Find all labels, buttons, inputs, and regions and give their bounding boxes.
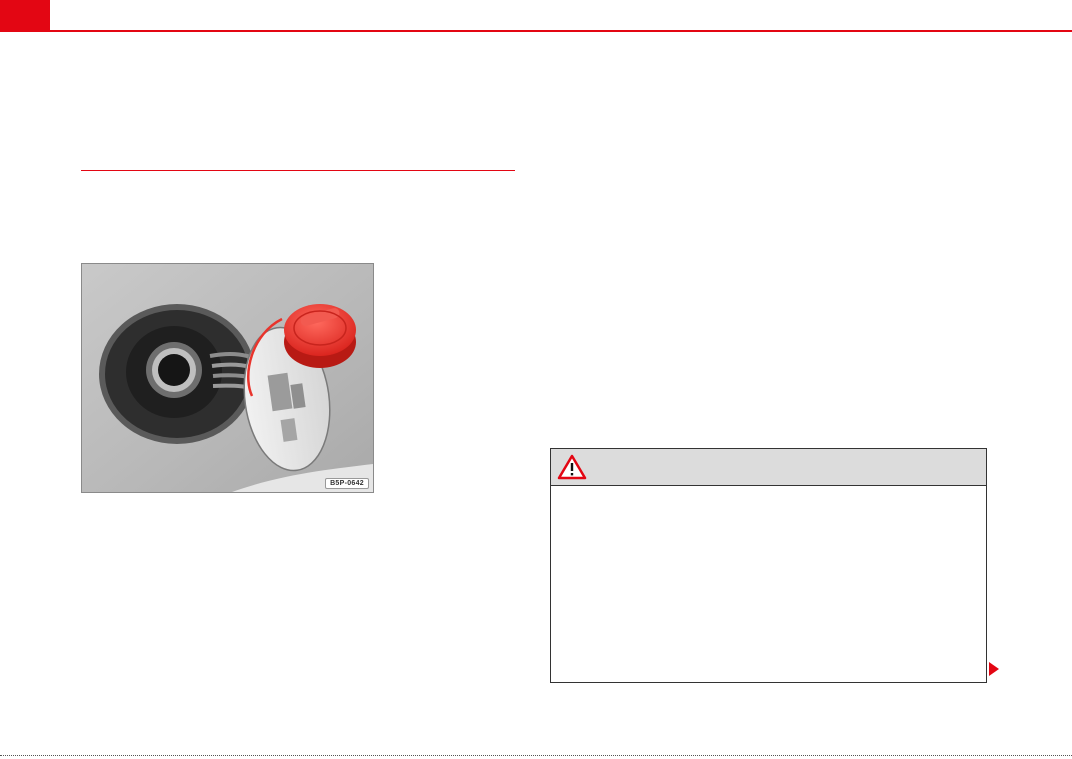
warning-box	[550, 448, 987, 683]
fuel-filler-cap-illustration	[82, 264, 373, 492]
figure-id-label: B5P-0642	[325, 478, 369, 489]
page-tab-marker	[0, 0, 50, 31]
warning-header	[551, 449, 986, 486]
continue-arrow-icon	[989, 662, 999, 676]
header-rule	[0, 30, 1072, 32]
warning-triangle-icon	[557, 454, 587, 485]
section-divider	[81, 170, 515, 171]
bottom-divider	[0, 755, 1072, 756]
fuel-filler-figure: B5P-0642	[81, 263, 374, 493]
